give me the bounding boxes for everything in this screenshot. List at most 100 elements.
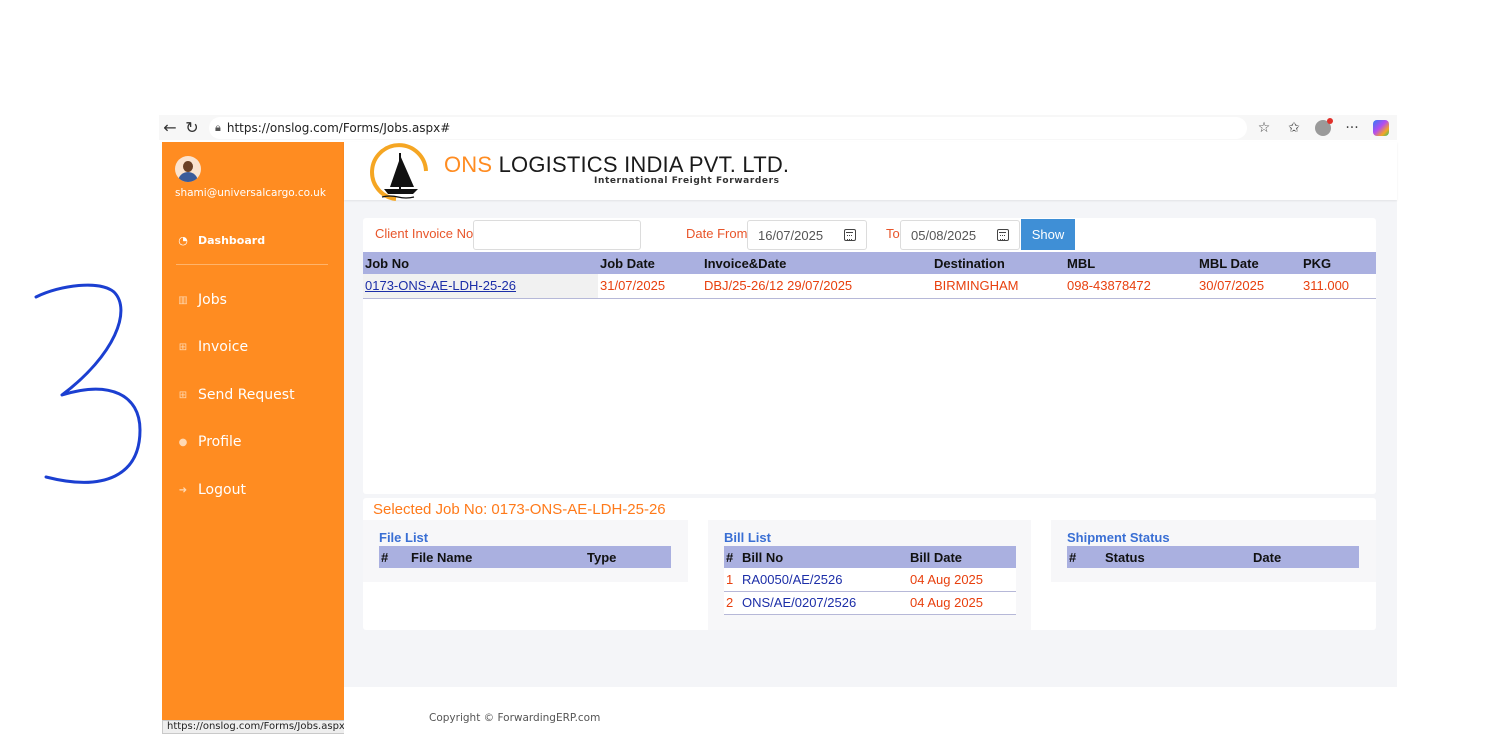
- shipment-status-title: Shipment Status: [1067, 530, 1170, 545]
- dashboard-icon: ◔: [178, 234, 188, 247]
- column-header[interactable]: Job Date: [598, 252, 702, 274]
- column-header[interactable]: Destination: [932, 252, 1065, 274]
- column-header: Status: [1103, 546, 1251, 568]
- date-from-label: Date From: [686, 226, 748, 241]
- job-no-link[interactable]: 0173-ONS-AE-LDH-25-26: [365, 278, 516, 293]
- table-icon: ⊞: [178, 389, 188, 401]
- file-list-table: # File Name Type: [379, 546, 671, 568]
- column-header[interactable]: MBL Date: [1197, 252, 1301, 274]
- avatar[interactable]: [175, 156, 201, 182]
- header: ONS LOGISTICS INDIA PVT. LTD. Internatio…: [344, 142, 1397, 201]
- date-to-label: To: [886, 226, 900, 241]
- column-header: Date: [1251, 546, 1359, 568]
- company-name: ONS LOGISTICS INDIA PVT. LTD.: [444, 152, 790, 177]
- sidebar-item-label: Invoice: [198, 339, 249, 355]
- copilot-icon[interactable]: [1373, 119, 1389, 136]
- bill-list-table: # Bill No Bill Date 1 RA0050/AE/2526 04 …: [724, 546, 1016, 615]
- table-header-row: # Bill No Bill Date: [724, 546, 1016, 568]
- jobs-panel: Client Invoice No Date From 16/07/2025 T…: [363, 218, 1376, 494]
- table-row[interactable]: 2 ONS/AE/0207/2526 04 Aug 2025: [724, 591, 1016, 615]
- bill-index: 1: [724, 568, 740, 592]
- sidebar-item-invoice[interactable]: ⊞ Invoice: [176, 339, 248, 355]
- bill-list-panel: Bill List # Bill No Bill Date 1 RA0050/A…: [708, 520, 1031, 630]
- address-bar[interactable]: 🔒︎ https://onslog.com/Forms/Jobs.aspx#: [209, 116, 1247, 139]
- column-header: #: [724, 546, 740, 568]
- table-row[interactable]: 0173-ONS-AE-LDH-25-26 31/07/2025 DBJ/25-…: [363, 274, 1376, 299]
- sidebar-item-label: Jobs: [198, 292, 227, 308]
- bill-no[interactable]: ONS/AE/0207/2526: [740, 591, 908, 615]
- pkg-cell: 311.000: [1301, 274, 1376, 299]
- column-header[interactable]: Job No: [363, 252, 598, 274]
- sidebar-item-profile[interactable]: ● Profile: [176, 434, 242, 450]
- bill-no[interactable]: RA0050/AE/2526: [740, 568, 908, 592]
- bill-date: 04 Aug 2025: [908, 591, 1016, 615]
- jobs-table: Job No Job Date Invoice&Date Destination…: [363, 252, 1376, 299]
- mbl-date-cell: 30/07/2025: [1197, 274, 1301, 299]
- job-no-cell[interactable]: 0173-ONS-AE-LDH-25-26: [363, 274, 598, 299]
- app-window: shami@universalcargo.co.uk ◔ Dashboard ▥…: [162, 142, 1397, 734]
- sidebar-item-label: Logout: [198, 482, 246, 498]
- url-text: https://onslog.com/Forms/Jobs.aspx#: [226, 120, 451, 135]
- refresh-icon[interactable]: ↻: [181, 117, 203, 139]
- sidebar-divider: [176, 264, 328, 265]
- user-icon: ●: [178, 436, 188, 448]
- invoice-input[interactable]: [473, 220, 641, 250]
- column-header: Bill Date: [908, 546, 1016, 568]
- bill-index: 2: [724, 591, 740, 615]
- table-header-row: Job No Job Date Invoice&Date Destination…: [363, 252, 1376, 274]
- table-header-row: # Status Date: [1067, 546, 1359, 568]
- column-header: File Name: [409, 546, 585, 568]
- column-header: Type: [585, 546, 671, 568]
- file-list-title: File List: [379, 530, 429, 545]
- show-button[interactable]: Show: [1021, 219, 1075, 250]
- browser-toolbar: ← ↻ 🔒︎ https://onslog.com/Forms/Jobs.asp…: [159, 115, 1397, 140]
- table-icon: ⊞: [178, 341, 188, 353]
- back-icon[interactable]: ←: [159, 117, 181, 139]
- table-row[interactable]: 1 RA0050/AE/2526 04 Aug 2025: [724, 568, 1016, 592]
- sidebar-item-label: Dashboard: [198, 234, 266, 247]
- column-header[interactable]: MBL: [1065, 252, 1197, 274]
- user-email: shami@universalcargo.co.uk: [175, 187, 326, 199]
- profile-icon[interactable]: [1315, 117, 1333, 136]
- copyright-text: Copyright © ForwardingERP.com: [429, 712, 601, 724]
- more-icon[interactable]: ···: [1343, 119, 1361, 137]
- footer: Copyright © ForwardingERP.com: [344, 687, 1397, 734]
- browser-actions: ☆ ✩ ···: [1247, 117, 1397, 137]
- shipment-status-table: # Status Date: [1067, 546, 1359, 568]
- destination-cell: BIRMINGHAM: [932, 274, 1065, 299]
- calendar-icon[interactable]: [844, 229, 856, 241]
- favorites-icon[interactable]: ✩: [1285, 119, 1303, 137]
- column-header: Bill No: [740, 546, 908, 568]
- sidebar-item-logout[interactable]: ➜ Logout: [176, 482, 246, 498]
- selected-job-panel: Selected Job No: 0173-ONS-AE-LDH-25-26 F…: [363, 498, 1376, 630]
- ship-logo-icon: [370, 143, 428, 201]
- invoice-date-cell: DBJ/25-26/12 29/07/2025: [702, 274, 932, 299]
- job-date-cell: 31/07/2025: [598, 274, 702, 299]
- bill-list-title: Bill List: [724, 530, 771, 545]
- table-header-row: # File Name Type: [379, 546, 671, 568]
- date-to-input[interactable]: 05/08/2025: [900, 220, 1020, 250]
- calendar-icon[interactable]: [997, 229, 1009, 241]
- file-list-panel: File List # File Name Type: [363, 520, 688, 582]
- sidebar-item-send-request[interactable]: ⊞ Send Request: [176, 387, 295, 403]
- screen: ← ↻ 🔒︎ https://onslog.com/Forms/Jobs.asp…: [0, 0, 1509, 745]
- sidebar-item-jobs[interactable]: ▥ Jobs: [176, 292, 227, 308]
- sidebar: shami@universalcargo.co.uk ◔ Dashboard ▥…: [162, 142, 359, 734]
- sidebar-item-label: Send Request: [198, 387, 295, 403]
- column-header[interactable]: Invoice&Date: [702, 252, 932, 274]
- logout-icon: ➜: [178, 484, 188, 496]
- column-header: #: [1067, 546, 1103, 568]
- chart-icon: ▥: [178, 294, 188, 306]
- invoice-label: Client Invoice No: [375, 226, 474, 241]
- company-tagline: International Freight Forwarders: [594, 176, 780, 186]
- date-from-input[interactable]: 16/07/2025: [747, 220, 867, 250]
- column-header: #: [379, 546, 409, 568]
- bill-date: 04 Aug 2025: [908, 568, 1016, 592]
- sidebar-item-label: Profile: [198, 434, 242, 450]
- lock-icon: 🔒︎: [215, 120, 221, 134]
- status-bar-url: https://onslog.com/Forms/Jobs.aspx#: [162, 720, 359, 734]
- column-header[interactable]: PKG: [1301, 252, 1376, 274]
- sidebar-item-dashboard[interactable]: ◔ Dashboard: [176, 234, 265, 247]
- star-icon[interactable]: ☆: [1255, 119, 1273, 137]
- mbl-cell: 098-43878472: [1065, 274, 1197, 299]
